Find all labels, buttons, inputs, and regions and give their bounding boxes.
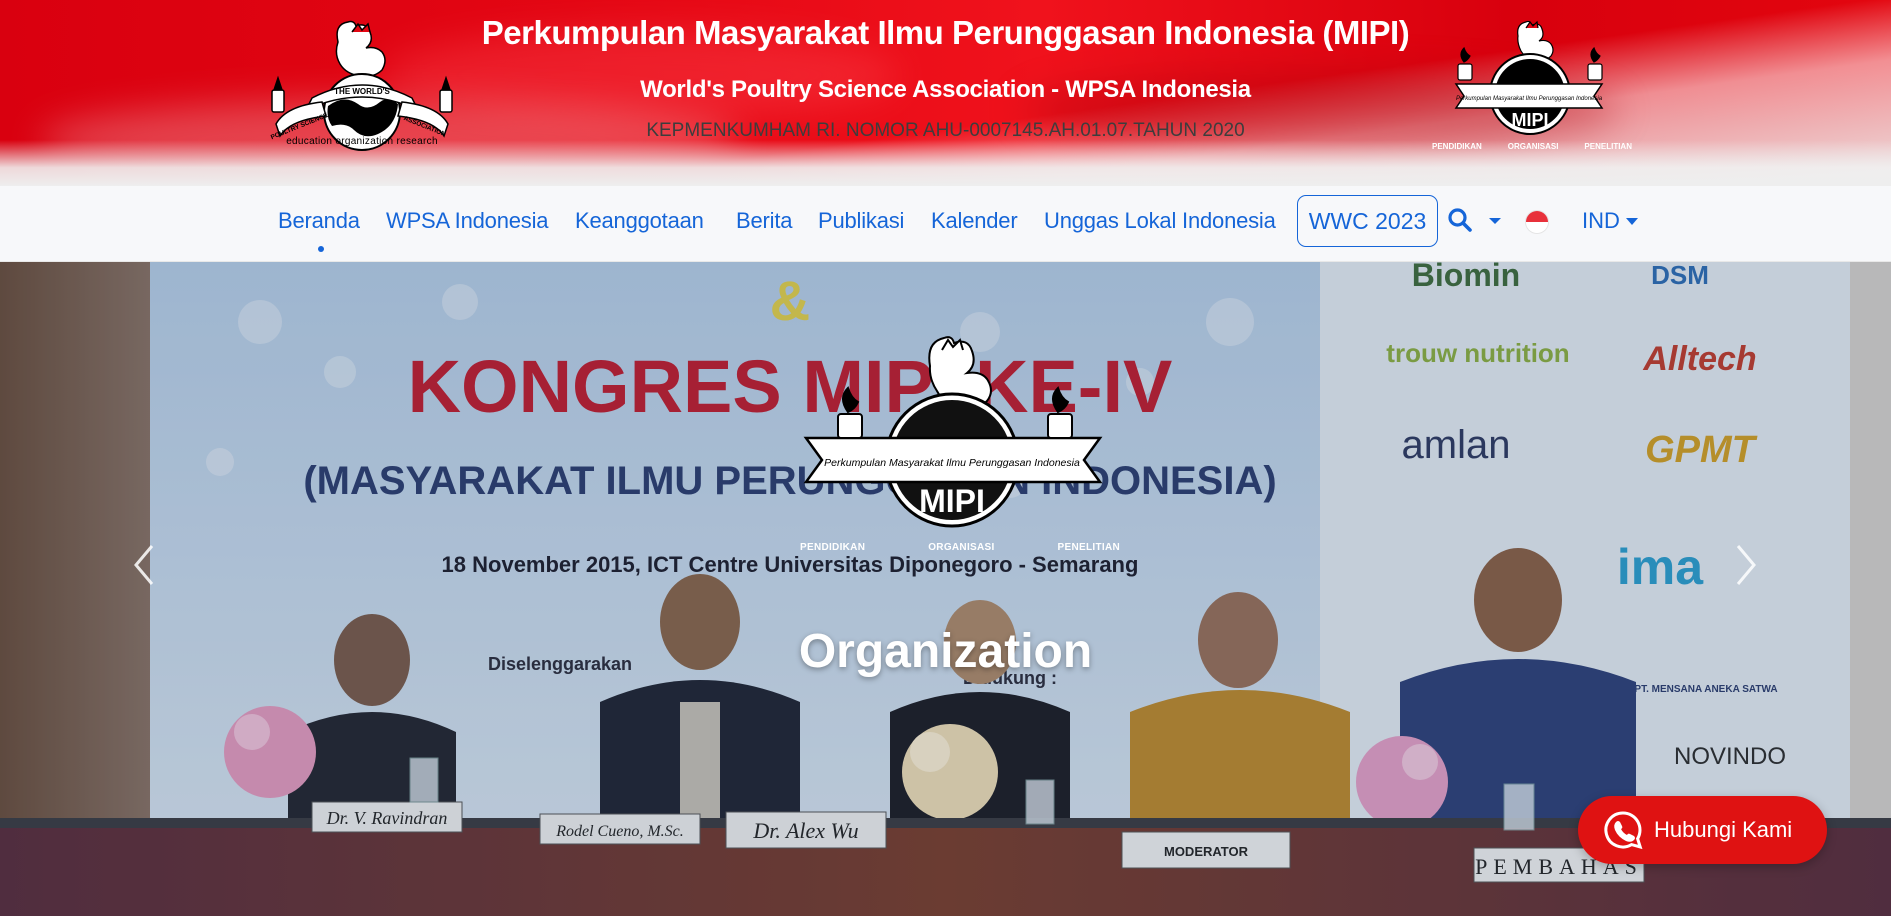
mipi-tag: ORGANISASI [1507,142,1559,151]
svg-text:MIPI: MIPI [1511,110,1548,130]
nav-item-keanggotaan[interactable]: Keanggotaan [575,186,704,262]
contact-us-label: Hubungi Kami [1654,817,1793,842]
whatsapp-icon [1604,811,1643,850]
nav-item-unggas-lokal-indonesia[interactable]: Unggas Lokal Indonesia [1044,186,1276,262]
mipi-logo[interactable]: Perkumpulan Masyarakat Ilmu Perunggasan … [1438,14,1618,144]
carousel-next-icon[interactable] [1732,540,1762,590]
indonesia-flag-icon[interactable] [1526,211,1548,233]
hero-tag: PENDIDIKAN [800,542,866,553]
header-banner: THE WORLD'S POULTRY SCIENCE ASSOCIATION … [0,0,1891,186]
search-icon[interactable] [1447,207,1473,233]
active-indicator [318,246,324,252]
mipi-tag: PENDIDIKAN [1432,142,1482,151]
mipi-taglines: PENDIDIKAN ORGANISASI PENELITIAN [1432,142,1632,151]
wpsa-tagline: education organization research [286,136,438,147]
svg-text:Perkumpulan Masyarakat Ilmu Pe: Perkumpulan Masyarakat Ilmu Perunggasan … [824,457,1080,469]
language-selector[interactable]: IND [1582,186,1620,262]
wwc-2023-button[interactable]: WWC 2023 [1297,195,1438,247]
hero-tag: PENELITIAN [1057,542,1120,553]
hero-caption: Organization [798,625,1093,678]
contact-us-button[interactable]: Hubungi Kami [1578,796,1827,864]
hero-tag: ORGANISASI [928,542,995,553]
nav-item-publikasi[interactable]: Publikasi [818,186,904,262]
hero-taglines: PENDIDIKAN ORGANISASI PENELITIAN [800,542,1120,553]
mipi-hero-logo: Perkumpulan Masyarakat Ilmu Perunggasan … [803,336,1103,528]
chevron-down-icon[interactable] [1488,216,1502,226]
nav-item-kalender[interactable]: Kalender [931,186,1018,262]
svg-text:MIPI: MIPI [919,483,985,519]
nav-item-wpsa-indonesia[interactable]: WPSA Indonesia [386,186,548,262]
carousel-prev-icon[interactable] [128,540,158,590]
svg-text:Perkumpulan Masyarakat Ilmu Pe: Perkumpulan Masyarakat Ilmu Perunggasan … [1456,96,1603,102]
chevron-down-icon[interactable] [1626,218,1638,226]
nav-item-berita[interactable]: Berita [736,186,792,262]
mipi-tag: PENELITIAN [1584,142,1632,151]
main-navbar: Beranda WPSA Indonesia Keanggotaan Berit… [0,186,1891,262]
